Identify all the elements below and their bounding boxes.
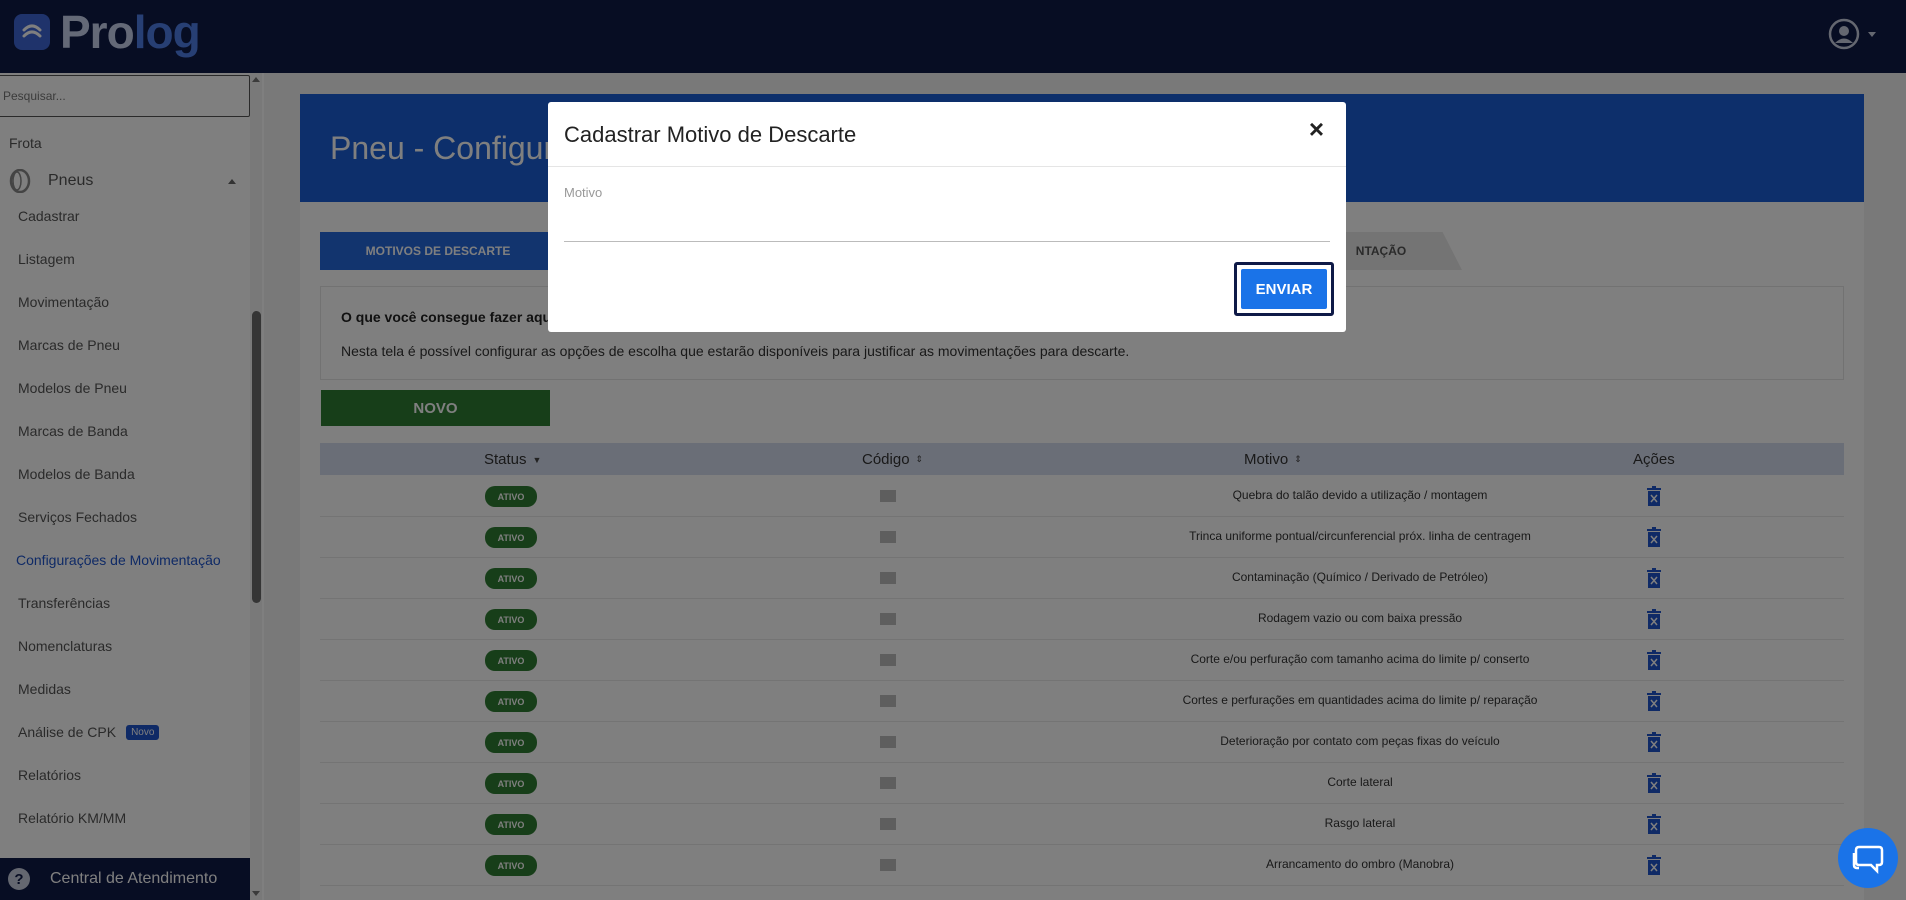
chat-button[interactable] xyxy=(1838,828,1898,888)
motivo-field-label: Motivo xyxy=(564,185,603,200)
enviar-focus-ring: ENVIAR xyxy=(1234,262,1334,316)
motivo-input[interactable] xyxy=(564,206,1330,242)
modal-title: Cadastrar Motivo de Descarte xyxy=(564,122,857,147)
chat-icon xyxy=(1852,845,1884,875)
enviar-button[interactable]: ENVIAR xyxy=(1241,269,1327,309)
close-icon[interactable]: × xyxy=(1309,116,1324,142)
cadastrar-motivo-modal: Cadastrar Motivo de Descarte × Motivo EN… xyxy=(548,102,1346,332)
modal-divider xyxy=(548,166,1346,167)
